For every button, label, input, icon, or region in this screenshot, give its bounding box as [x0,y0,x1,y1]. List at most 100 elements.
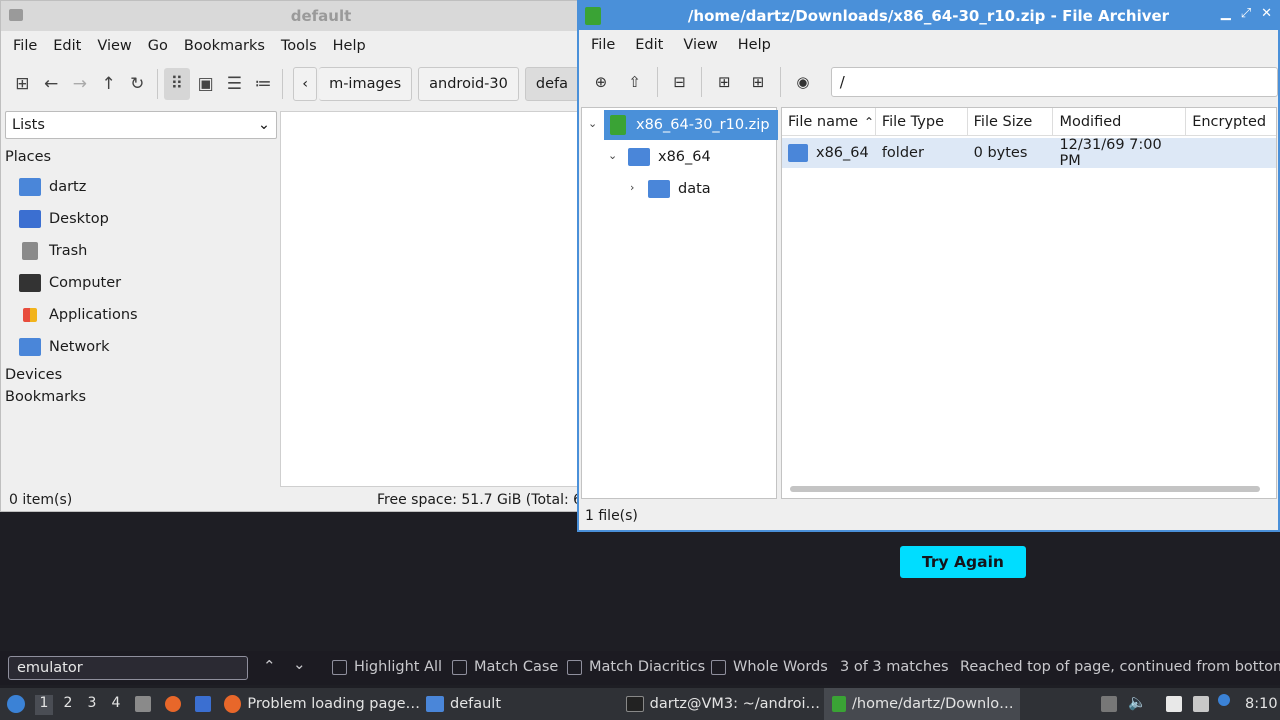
location-input[interactable]: / [830,67,1278,97]
new-tab-icon[interactable]: ⊞ [9,68,36,100]
column-header-file-name[interactable]: File name ⌃ [782,108,876,136]
network-monitor-icon[interactable] [1193,696,1209,712]
workspace-4[interactable]: 4 [107,695,125,715]
side-panel-mode-select[interactable]: Lists ⌄ [5,111,277,139]
column-header-modified[interactable]: Modified [1053,108,1187,136]
menu-tools[interactable]: Tools [273,38,325,54]
place-desktop[interactable]: Desktop [5,203,277,235]
clipboard-icon[interactable] [1166,696,1182,712]
extract-icon[interactable]: ⊟ [664,66,696,98]
places-header[interactable]: Places [5,149,277,171]
thumbnail-view-icon[interactable]: ▣ [192,68,219,100]
file-manager-titlebar[interactable]: default [1,1,579,31]
cell-modified: 12/31/69 7:00 PM [1059,137,1162,169]
icon-view-icon[interactable]: ⠿ [163,68,191,100]
stop-icon[interactable]: ◉ [787,66,819,98]
checkbox-label: Match Case [474,659,559,675]
highlight-all-checkbox[interactable]: Highlight All [332,659,442,675]
menu-file[interactable]: File [5,38,45,54]
place-computer[interactable]: Computer [5,267,277,299]
task-firefox[interactable]: Problem loading page… [224,688,420,720]
column-header-file-size[interactable]: File Size [968,108,1054,136]
bookmarks-header[interactable]: Bookmarks [5,389,277,411]
zip-icon [610,115,626,135]
minimize-icon[interactable]: ▁ [1221,6,1231,21]
open-archive-icon[interactable]: ⇧ [619,66,651,98]
file-view[interactable] [280,111,579,487]
desktop-launcher-icon[interactable] [195,696,211,712]
chevron-right-icon[interactable]: › [630,181,634,194]
menu-help[interactable]: Help [325,38,374,54]
place-applications[interactable]: Applications [5,299,277,331]
new-archive-icon[interactable]: ⊕ [585,66,617,98]
find-status-message: Reached top of page, continued from bott… [960,659,1280,675]
tree-node-x86_64[interactable]: x86_64 [628,142,711,172]
column-header-file-type[interactable]: File Type [876,108,968,136]
place-trash[interactable]: Trash [5,235,277,267]
checkbox-box [567,659,582,675]
start-menu-button[interactable] [4,688,28,720]
add-folder-icon[interactable]: ⊞ [742,66,774,98]
menu-edit[interactable]: Edit [45,38,89,54]
path-button-default[interactable]: defa [524,67,579,101]
chevron-down-icon[interactable]: ⌄ [608,149,617,162]
file-manager-launcher-icon[interactable] [135,696,151,712]
path-button-m-images[interactable]: m-images [319,67,413,101]
match-diacritics-checkbox[interactable]: Match Diacritics [567,659,705,675]
match-case-checkbox[interactable]: Match Case [452,659,558,675]
back-icon[interactable]: ← [38,68,65,100]
detailed-view-icon[interactable]: ≔ [250,68,277,100]
menu-file[interactable]: File [581,37,625,53]
menu-help[interactable]: Help [728,37,781,53]
menubar: File Edit View Help [579,30,1278,60]
toolbar-separator [701,67,703,97]
workspace-3[interactable]: 3 [83,695,101,715]
path-button-android-30[interactable]: android-30 [418,67,519,101]
menu-view[interactable]: View [673,37,727,53]
menu-go[interactable]: Go [140,38,176,54]
chevron-down-icon: ⌄ [257,117,270,133]
find-input[interactable]: emulator [8,656,248,680]
place-network[interactable]: Network [5,331,277,363]
path-scroll-left-button[interactable]: ‹ [293,67,318,101]
maximize-icon[interactable]: ⤢ [1241,6,1251,21]
forward-icon[interactable]: → [66,68,93,100]
close-icon[interactable]: ✕ [1261,6,1272,21]
tree-node-archive[interactable]: x86_64-30_r10.zip [604,110,778,140]
clock[interactable]: 8:10 [1245,688,1278,720]
table-row[interactable]: x86_64 folder 0 bytes 12/31/69 7:00 PM [782,137,1276,169]
workspace-1[interactable]: 1 [35,695,53,715]
menu-edit[interactable]: Edit [625,37,673,53]
task-label: /home/dartz/Downlo… [852,696,1014,712]
task-file-manager[interactable]: default [426,688,620,720]
column-header-encrypted[interactable]: Encrypted [1186,108,1276,136]
reload-icon[interactable]: ↻ [124,68,151,100]
workspace-2[interactable]: 2 [59,695,77,715]
cell-file-type: folder [881,145,924,161]
devices-header[interactable]: Devices [5,367,277,389]
chevron-down-icon[interactable]: ⌄ [588,117,597,130]
tree-node-data[interactable]: data [648,174,711,204]
compact-view-icon[interactable]: ☰ [221,68,248,100]
find-next-icon[interactable]: ⌄ [293,655,306,673]
task-archiver[interactable]: /home/dartz/Downlo… [824,688,1020,720]
volume-icon[interactable]: 🔈 [1128,693,1147,711]
menu-bookmarks[interactable]: Bookmarks [176,38,273,54]
add-files-icon[interactable]: ⊞ [708,66,740,98]
notification-icon[interactable] [1218,694,1230,706]
place-label: Trash [49,243,88,259]
menu-view[interactable]: View [89,38,139,54]
task-terminal[interactable]: dartz@VM3: ~/androi… [626,688,820,720]
archiver-titlebar[interactable]: /home/dartz/Downloads/x86_64-30_r10.zip … [579,2,1278,30]
up-icon[interactable]: ↑ [95,68,122,100]
horizontal-scrollbar[interactable] [790,486,1260,492]
eject-icon[interactable] [1101,696,1117,712]
whole-words-checkbox[interactable]: Whole Words [711,659,828,675]
start-menu-icon [7,695,25,713]
try-again-button[interactable]: Try Again [900,546,1026,578]
firefox-launcher-icon[interactable] [165,696,181,712]
find-previous-icon[interactable]: ⌃ [263,657,276,675]
folder-icon [426,696,444,712]
place-dartz[interactable]: dartz [5,171,277,203]
place-label: Applications [49,307,138,323]
